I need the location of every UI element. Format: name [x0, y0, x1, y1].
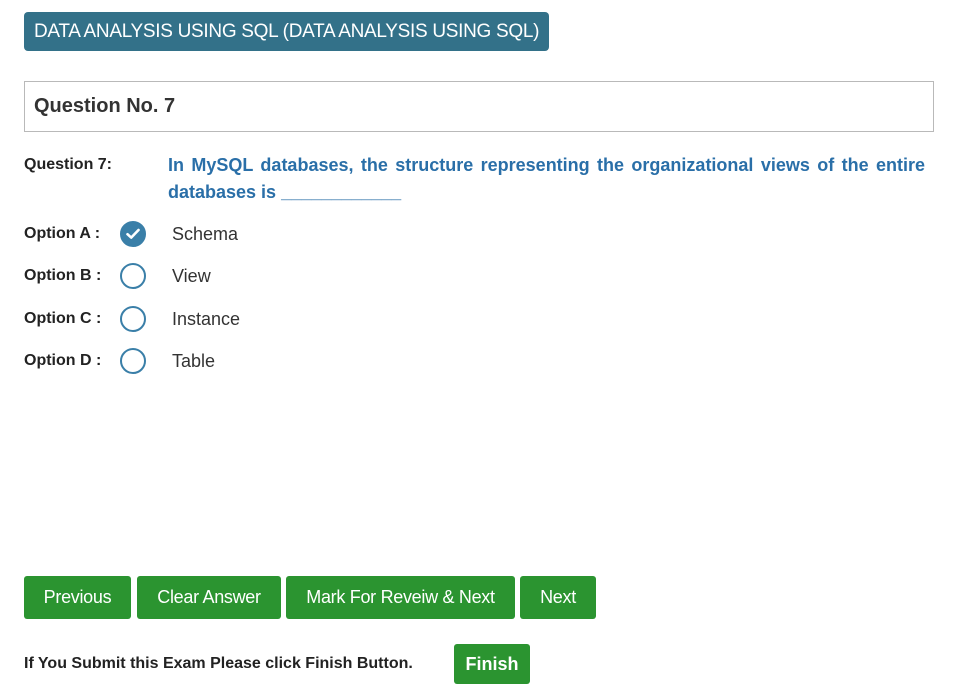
option-row-d[interactable]: Option D : Table — [24, 347, 524, 377]
finish-button[interactable]: Finish — [454, 644, 530, 684]
option-label: Option A : — [24, 225, 101, 242]
mark-for-review-next-button[interactable]: Mark For Reveiw & Next — [286, 576, 515, 619]
option-label: Option C : — [24, 310, 102, 327]
submit-instruction-text: If You Submit this Exam Please click Fin… — [24, 655, 413, 672]
option-text: View — [172, 266, 211, 286]
option-row-a[interactable]: Option A : Schema — [24, 220, 524, 250]
option-c-radio[interactable] — [120, 306, 146, 332]
option-text: Table — [172, 351, 216, 371]
option-d-radio[interactable] — [120, 348, 146, 374]
question-number-header: Question No. 7 — [24, 81, 934, 132]
question-label: Question 7: — [24, 156, 113, 173]
option-text: Schema — [172, 224, 239, 244]
question-text: In MySQL databases, the structure repres… — [168, 155, 925, 202]
checkmark-icon — [126, 228, 140, 239]
option-a-radio[interactable] — [120, 221, 146, 247]
option-row-b[interactable]: Option B : View — [24, 262, 524, 292]
exam-subject-badge: DATA ANALYSIS USING SQL (DATA ANALYSIS U… — [24, 12, 550, 51]
option-text: Instance — [172, 309, 241, 329]
option-row-c[interactable]: Option C : Instance — [24, 305, 524, 335]
clear-answer-button[interactable]: Clear Answer — [137, 576, 281, 619]
previous-button[interactable]: Previous — [24, 576, 131, 619]
option-label: Option B : — [24, 267, 102, 284]
next-button[interactable]: Next — [520, 576, 596, 619]
option-b-radio[interactable] — [120, 263, 146, 289]
option-label: Option D : — [24, 352, 102, 369]
